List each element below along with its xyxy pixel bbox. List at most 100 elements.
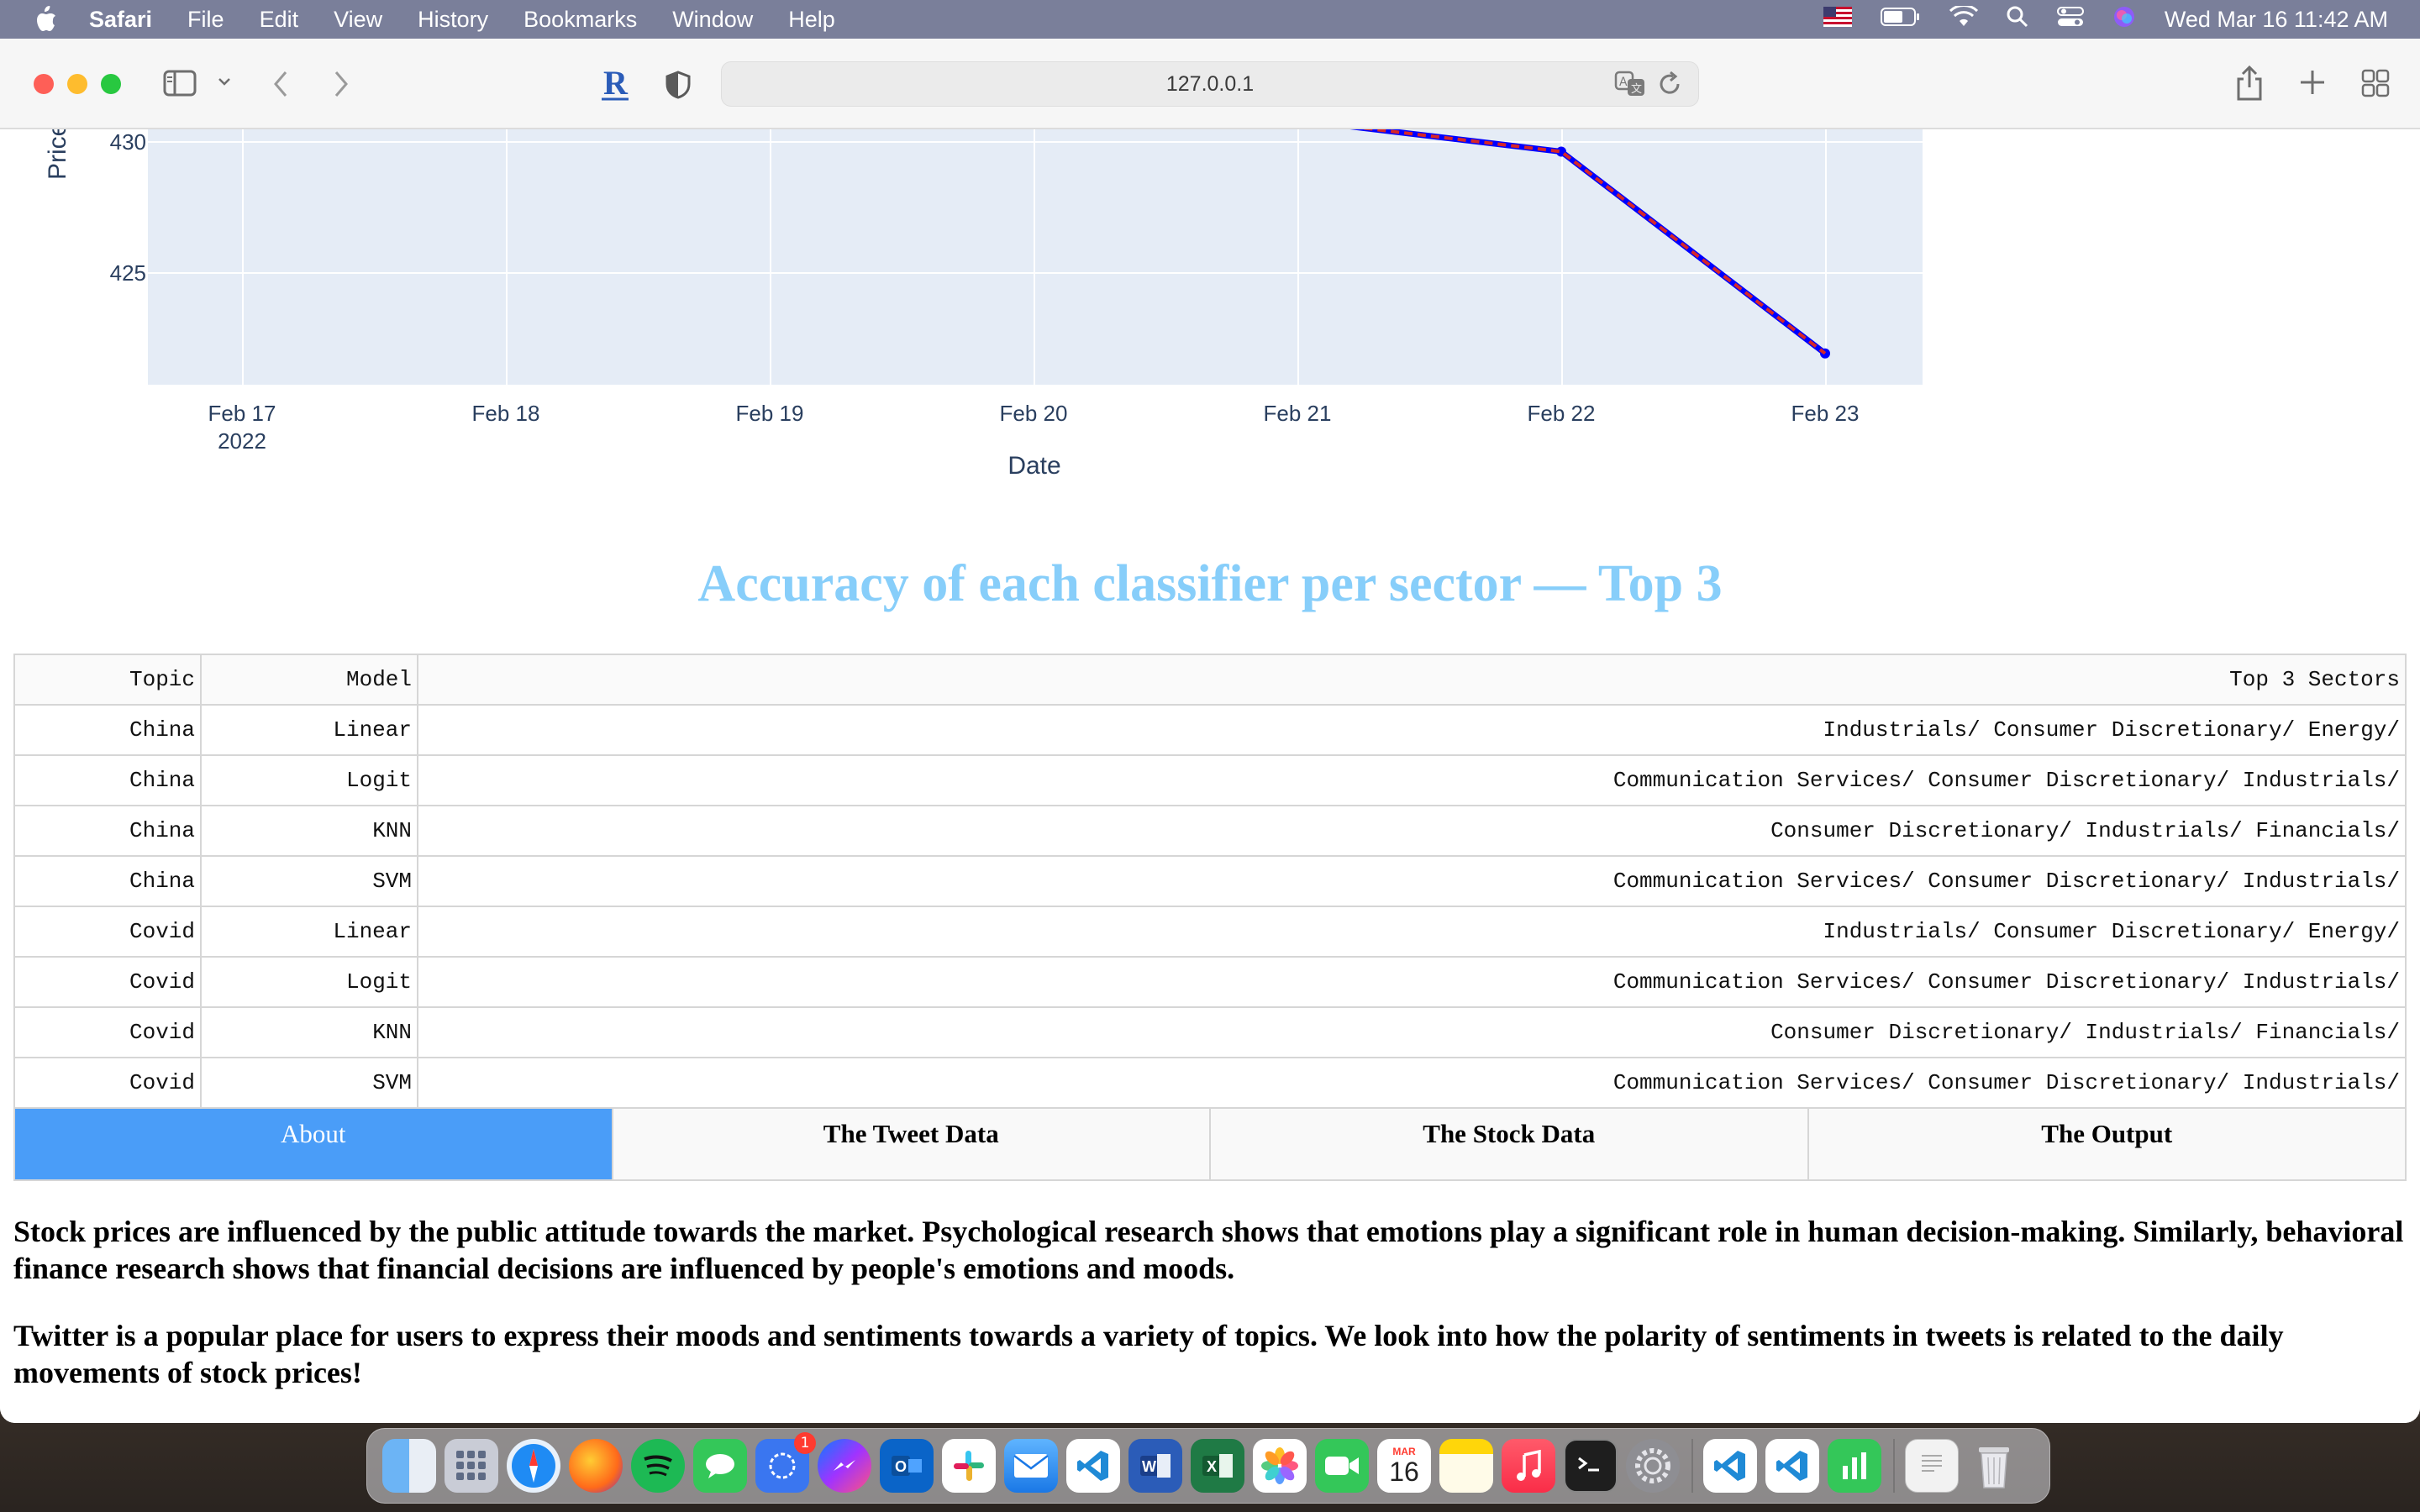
privacy-shield-icon[interactable] [666,71,691,99]
share-icon[interactable] [2235,66,2264,101]
section-title: Accuracy of each classifier per sector —… [697,555,1723,612]
cell-model: SVM [200,855,418,907]
menu-bookmarks[interactable]: Bookmarks [523,7,637,33]
apple-menu-icon[interactable] [30,4,60,34]
launchpad-icon[interactable] [445,1439,498,1493]
document-icon[interactable] [1905,1439,1959,1493]
battery-icon[interactable] [1880,7,1921,33]
menu-app-name[interactable]: Safari [89,7,152,33]
menu-view[interactable]: View [334,7,382,33]
cell-topic: China [13,704,202,756]
slack-icon[interactable] [942,1439,996,1493]
vscode-icon[interactable] [1066,1439,1120,1493]
address-bar[interactable]: 127.0.0.1 A文 [721,61,1699,107]
reload-icon[interactable] [1658,69,1683,105]
svg-text:W: W [1142,1458,1156,1475]
cell-model: Logit [200,956,418,1008]
url-text[interactable]: 127.0.0.1 [1166,72,1254,97]
facetime-icon[interactable] [1315,1439,1369,1493]
accuracy-table: Topic Model Top 3 Sectors China Linear I… [13,654,2407,1109]
svg-text:O: O [895,1458,907,1475]
us-flag-icon[interactable] [1823,6,1852,33]
vscode-icon[interactable] [1703,1439,1757,1493]
cell-topic: Covid [13,956,202,1008]
cell-topic: China [13,754,202,806]
tab-overview-icon[interactable] [2361,69,2390,97]
chart-lines [1349,129,1830,359]
table-row: Covid KNN Consumer Discretionary/ Indust… [13,1006,2407,1058]
trash-icon[interactable] [1967,1439,2021,1493]
photos-icon[interactable] [1253,1439,1307,1493]
terminal-icon[interactable] [1564,1439,1618,1493]
firefox-icon[interactable] [569,1439,623,1493]
wifi-icon[interactable] [1949,3,1978,34]
calendar-month: MAR [1392,1446,1416,1457]
outlook-icon[interactable]: O [880,1439,934,1493]
chevron-down-icon[interactable] [217,76,232,87]
table-row: China KNN Consumer Discretionary/ Indust… [13,805,2407,857]
tab-output[interactable]: The Output [1808,1109,2405,1179]
calendar-icon[interactable]: MAR 16 [1377,1439,1431,1493]
dock-separator [1691,1439,1693,1493]
notes-icon[interactable] [1439,1439,1493,1493]
menu-file[interactable]: File [187,7,224,33]
menu-help[interactable]: Help [788,7,835,33]
series-line-1 [1360,129,1827,355]
word-icon[interactable]: W [1128,1439,1182,1493]
messages-icon[interactable] [693,1439,747,1493]
safari-icon[interactable] [507,1439,560,1493]
numbers-icon[interactable] [1828,1439,1881,1493]
cell-model: Logit [200,754,418,806]
excel-icon[interactable]: X [1191,1439,1244,1493]
cell-model: Linear [200,906,418,958]
tab-tweet-data[interactable]: The Tweet Data [613,1109,1211,1179]
back-button[interactable] [271,69,291,99]
menu-history[interactable]: History [418,7,488,33]
cell-sectors: Industrials/ Consumer Discretionary/ Ene… [417,704,2407,756]
menubar-clock[interactable]: Wed Mar 16 11:42 AM [2165,7,2388,33]
svg-text:R: R [603,66,629,102]
notification-badge: 1 [794,1432,816,1454]
vscode-icon[interactable] [1765,1439,1819,1493]
control-center-icon[interactable] [2056,6,2084,34]
r-extension-icon[interactable]: R [602,66,630,102]
cell-model: KNN [200,1006,418,1058]
menu-window[interactable]: Window [672,7,753,33]
table-row: China Linear Industrials/ Consumer Discr… [13,704,2407,756]
menu-edit[interactable]: Edit [260,7,299,33]
close-window-button[interactable] [34,74,54,94]
zoom-window-button[interactable] [101,74,121,94]
system-preferences-icon[interactable] [1626,1439,1680,1493]
forward-button[interactable] [331,69,351,99]
spotlight-search-icon[interactable] [2007,6,2028,34]
siri-icon[interactable] [2112,5,2136,34]
finder-icon[interactable] [382,1439,436,1493]
tab-stock-data[interactable]: The Stock Data [1211,1109,1809,1179]
about-content: Stock prices are influenced by the publi… [13,1213,2408,1421]
cell-topic: China [13,805,202,857]
new-tab-icon[interactable] [2299,69,2326,96]
column-header-model[interactable]: Model [200,654,418,706]
section-tabs: About The Tweet Data The Stock Data The … [13,1107,2407,1181]
dock: 1 O W X MAR 16 [366,1428,2050,1504]
sidebar-toggle-icon[interactable] [163,69,197,97]
cell-topic: Covid [13,1006,202,1058]
tab-about[interactable]: About [15,1109,613,1179]
cell-sectors: Communication Services/ Consumer Discret… [417,1057,2407,1109]
cell-sectors: Consumer Discretionary/ Industrials/ Fin… [417,805,2407,857]
column-header-topic[interactable]: Topic [13,654,202,706]
svg-text:X: X [1207,1458,1217,1475]
cell-model: SVM [200,1057,418,1109]
spotify-icon[interactable] [631,1439,685,1493]
cell-model: Linear [200,704,418,756]
table-row: Covid Linear Industrials/ Consumer Discr… [13,906,2407,958]
translate-icon[interactable]: A文 [1614,69,1646,105]
music-icon[interactable] [1502,1439,1555,1493]
messenger-icon[interactable] [818,1439,871,1493]
table-row: Covid Logit Communication Services/ Cons… [13,956,2407,1008]
mail-icon[interactable] [1004,1439,1058,1493]
minimize-window-button[interactable] [67,74,87,94]
column-header-top-sectors[interactable]: Top 3 Sectors [417,654,2407,706]
cell-sectors: Communication Services/ Consumer Discret… [417,855,2407,907]
signal-icon[interactable]: 1 [755,1432,816,1493]
